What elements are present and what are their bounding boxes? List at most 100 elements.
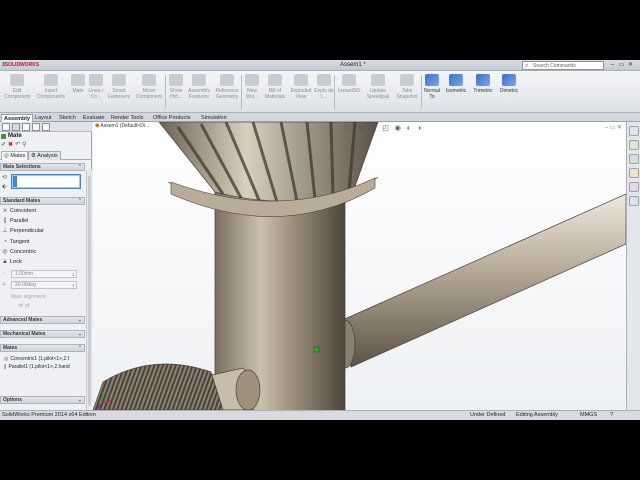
undo-icon[interactable]: ↶ (15, 142, 20, 148)
mate-selections-box[interactable] (11, 174, 81, 189)
resources-icon[interactable] (629, 126, 639, 136)
standard-mates-header[interactable]: Standard Mates ⌃ (0, 197, 85, 205)
collapse-icon: ⌃ (77, 164, 82, 170)
instant3d-button[interactable]: InstantSD (336, 73, 362, 111)
collapse-icon: ⌃ (77, 345, 82, 351)
custom-properties-icon[interactable] (629, 196, 639, 206)
update-speedpak-button[interactable]: Update Speedpak (364, 73, 392, 111)
normal-to-button[interactable]: Normal To (422, 73, 442, 111)
mate-selection-icon: ⬖ (2, 184, 7, 190)
mate-tabs: ◎ Mates ⚙ Analysis (0, 151, 92, 160)
move-component-button[interactable]: Move Component (133, 73, 165, 111)
expand-icon: ⌄ (77, 397, 82, 403)
exploded-view-button[interactable]: Exploded View (289, 73, 313, 111)
close-button[interactable]: ✕ (626, 61, 635, 68)
tab-render-tools[interactable]: Render Tools (109, 114, 145, 122)
advanced-mates-header[interactable]: Advanced Mates ⌄ (0, 316, 85, 324)
help-icon[interactable]: ? (610, 411, 613, 420)
coincident-mate[interactable]: ⨯ Coincident (2, 207, 36, 216)
search-commands-input[interactable]: ⌕ Search Commands (522, 61, 604, 70)
tab-layout[interactable]: Layout (33, 114, 54, 122)
parallel-icon: ∥ (4, 364, 7, 370)
reference-geometry-button[interactable]: Reference Geometry (213, 73, 241, 111)
tab-assembly[interactable]: Assembly (1, 114, 33, 122)
mechanical-mates-header[interactable]: Mechanical Mates ⌄ (0, 330, 85, 338)
search-placeholder: Search Commands (533, 63, 576, 69)
trimetric-icon (476, 74, 490, 86)
take-snapshot-button[interactable]: Take Snapshot (393, 73, 421, 111)
spin-icon[interactable]: ⇕ (72, 282, 75, 289)
assembly-features-button[interactable]: Assembly Features (185, 73, 213, 111)
scrollbar-thumb[interactable] (88, 176, 91, 406)
mate-button[interactable]: Mate (69, 73, 87, 111)
window-controls: – ▭ ✕ (608, 61, 638, 70)
angle-icon: ∠ (2, 281, 7, 287)
update-speedpak-icon (371, 74, 385, 86)
explode-line-button[interactable]: Explo de L... (314, 73, 334, 111)
tab-sketch[interactable]: Sketch (57, 114, 78, 122)
design-library-icon[interactable] (629, 140, 639, 150)
tab-office-products[interactable]: Office Products (151, 114, 193, 122)
edit-component-button[interactable]: Edit Component (2, 73, 32, 111)
property-manager-tab-icon[interactable] (12, 123, 20, 131)
search-icon: ⌕ (525, 63, 529, 69)
edit-component-icon (10, 74, 24, 86)
mate-selections-header[interactable]: Mate Selections ⌃ (0, 163, 85, 171)
view-palette-icon[interactable] (629, 168, 639, 178)
linear-pattern-button[interactable]: Linea r Co... (87, 73, 105, 111)
minimize-button[interactable]: – (608, 62, 617, 68)
insert-components-button[interactable]: Insert Components (34, 73, 68, 111)
feature-tree-tab-icon[interactable] (2, 123, 10, 131)
parallel-mate[interactable]: ∥ Parallel (2, 217, 29, 226)
dimetric-icon (502, 74, 516, 86)
heads-up-view-toolbar[interactable]: 🔍︎ ⊕ ⬚ ◰ ◉ ◐ ◑ (343, 124, 423, 133)
new-motion-study-button[interactable]: New Mot... (243, 73, 261, 111)
options-header[interactable]: Options ⌄ (0, 396, 85, 404)
file-explorer-icon[interactable] (629, 154, 639, 164)
tangent-mate[interactable]: ◔ Tangent (2, 238, 29, 247)
mate-alignment-icons[interactable]: ⇉ ⇄ (18, 302, 30, 309)
configuration-manager-tab-icon[interactable] (22, 123, 30, 131)
graphics-area[interactable]: ⬢Assem1 (Default<Di... 🔍︎ ⊕ ⬚ ◰ ◉ ◐ ◑ – … (93, 122, 626, 410)
feature-tree-flyout[interactable]: ⬢Assem1 (Default<Di... (95, 123, 149, 129)
assembly-icon: ⬢ (95, 123, 100, 129)
appearances-icon[interactable] (629, 182, 639, 192)
angle-field[interactable]: 30.00deg ⇕ (11, 281, 77, 289)
isometric-button[interactable]: Isometric (443, 73, 469, 111)
mate-list-item[interactable]: ∥ Parallel1 (1.pilot<1>,2.hand (4, 363, 70, 371)
show-hidden-button[interactable]: Show Hid... (167, 73, 185, 111)
pushpin-icon[interactable]: ⚲ (22, 142, 26, 148)
bill-of-materials-button[interactable]: Bill of Materials (262, 73, 288, 111)
concentric-icon: ◎ (4, 356, 9, 362)
ok-icon[interactable]: ✔ (1, 142, 6, 148)
units-indicator[interactable]: MMGS (580, 411, 597, 420)
tab-mates[interactable]: ◎ Mates (1, 151, 29, 160)
separator (241, 75, 242, 109)
command-manager-tabs: Assembly Layout Sketch Evaluate Render T… (0, 113, 640, 122)
perpendicular-mate[interactable]: ⊥ Perpendicular (2, 227, 44, 236)
tab-simulation[interactable]: Simulation (199, 114, 229, 122)
distance-field[interactable]: 1.00mm ⇕ (11, 270, 77, 278)
dimetric-button[interactable]: Dimetric (497, 73, 521, 111)
lock-mate[interactable]: 🔒︎ Lock (2, 258, 21, 267)
maximize-button[interactable]: ▭ (617, 61, 626, 68)
mate-list-item[interactable]: ◎ Concentric1 (1.pilot<1>,2.f (4, 355, 69, 363)
solidworks-logo[interactable]: 3SOLIDWORKS (2, 62, 39, 68)
cancel-icon[interactable]: ✖ (8, 142, 13, 148)
mate-pm-title: Mate (0, 132, 92, 141)
dimxpert-tab-icon[interactable] (32, 123, 40, 131)
insert-components-icon (44, 74, 58, 86)
separator (165, 75, 166, 109)
concentric-mate[interactable]: ◎ Concentric (2, 248, 36, 257)
smart-fasteners-button[interactable]: Smart Fasteners (106, 73, 132, 111)
assembly-model[interactable] (93, 122, 626, 410)
title-bar: 3SOLIDWORKS Assem1 * ⌕ Search Commands –… (0, 60, 640, 71)
spin-icon[interactable]: ⇕ (72, 271, 75, 278)
viewport-window-controls[interactable]: – ▭ ✕ (605, 124, 622, 131)
trimetric-button[interactable]: Trimetric (470, 73, 496, 111)
tab-analysis[interactable]: ⚙ Analysis (28, 151, 61, 160)
panel-scrollbar[interactable] (86, 170, 92, 418)
tab-evaluate[interactable]: Evaluate (81, 114, 106, 122)
mates-header[interactable]: Mates ⌃ (0, 344, 85, 352)
display-manager-tab-icon[interactable] (42, 123, 50, 131)
